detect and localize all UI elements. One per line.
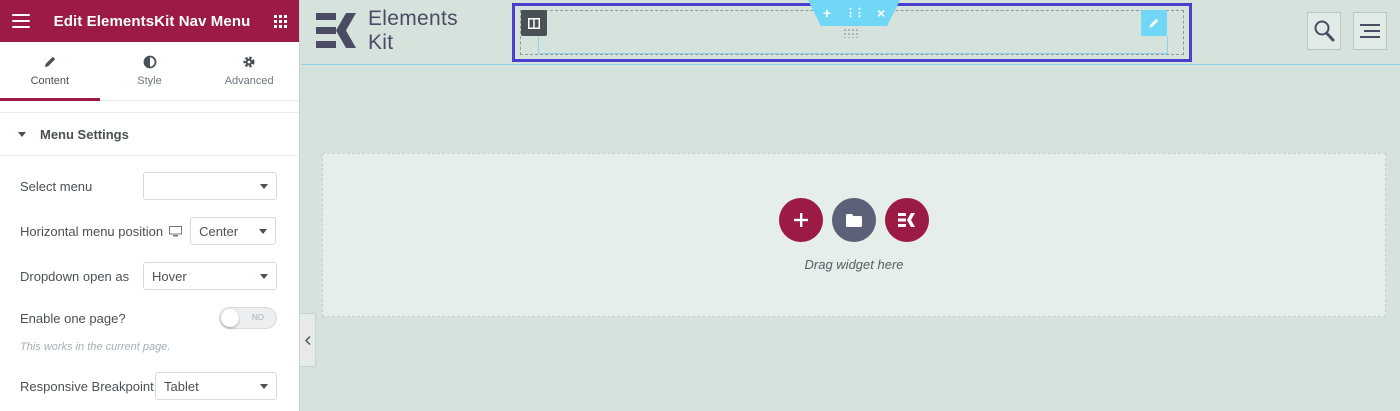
one-page-control: Enable one page? NO	[20, 307, 277, 329]
menu-settings-section[interactable]: Menu Settings	[0, 112, 299, 156]
add-section-button[interactable]: +	[823, 6, 831, 20]
tab-content[interactable]: Content	[0, 42, 100, 101]
horizontal-position-value: Center	[199, 223, 239, 239]
add-template-button[interactable]	[832, 198, 876, 242]
elementskit-library-button[interactable]	[885, 198, 929, 242]
one-page-toggle[interactable]: NO	[219, 307, 277, 329]
move-section-handle[interactable]: ⋮⋮	[845, 6, 865, 20]
responsive-breakpoint-control: Responsive Breakpoint Tablet	[20, 372, 277, 400]
editor-panel: Edit ElementsKit Nav Menu Content Style …	[0, 0, 300, 411]
tab-style-label: Style	[137, 75, 162, 87]
select-menu-dropdown[interactable]	[143, 172, 277, 200]
widget-outline[interactable]	[538, 36, 1168, 54]
tab-style[interactable]: Style	[100, 42, 200, 100]
menu-icon	[1360, 24, 1380, 38]
tab-advanced-label: Advanced	[224, 75, 274, 87]
section-title: Menu Settings	[40, 126, 129, 142]
one-page-label: Enable one page?	[20, 310, 126, 326]
panel-header: Edit ElementsKit Nav Menu	[0, 0, 299, 42]
half-circle-icon	[143, 55, 156, 69]
dropdown-open-select[interactable]: Hover	[143, 262, 277, 290]
dropdown-open-value: Hover	[152, 268, 187, 284]
folder-icon	[846, 213, 862, 227]
responsive-breakpoint-value: Tablet	[164, 378, 199, 394]
search-icon	[1314, 20, 1335, 42]
hamburger-menu-icon[interactable]	[12, 14, 30, 28]
delete-section-button[interactable]: ×	[877, 6, 885, 20]
elementskit-logo: Elements Kit	[314, 8, 458, 53]
toggle-no-label: NO	[252, 313, 264, 322]
panel-title: Edit ElementsKit Nav Menu	[53, 12, 251, 30]
add-new-section-button[interactable]	[779, 198, 823, 242]
logo-text-line1: Elements	[368, 7, 458, 30]
plus-icon	[794, 213, 808, 227]
tab-content-label: Content	[30, 75, 70, 87]
horizontal-position-label: Horizontal menu position	[20, 223, 164, 239]
column-handle[interactable]	[521, 10, 547, 36]
collapse-panel-button[interactable]	[300, 313, 316, 367]
drop-zone-label: Drag widget here	[804, 257, 904, 272]
dropdown-open-label: Dropdown open as	[20, 268, 130, 284]
elementskit-logo-icon	[316, 12, 356, 48]
logo-text-line2: Kit	[368, 31, 394, 54]
section-toolbar: + ⋮⋮ ×	[808, 0, 900, 26]
chevron-down-icon	[260, 383, 268, 389]
chevron-down-icon	[259, 228, 268, 234]
edit-widget-button[interactable]	[1141, 10, 1167, 36]
select-menu-control: Select menu	[20, 172, 277, 200]
panel-tabs: Content Style Advanced	[0, 42, 299, 101]
select-menu-label: Select menu	[20, 178, 93, 194]
chevron-left-icon	[304, 335, 310, 345]
horizontal-position-dropdown[interactable]: Center	[190, 217, 277, 245]
dropdown-open-control: Dropdown open as Hover	[20, 262, 277, 290]
pencil-icon	[44, 56, 56, 67]
desktop-monitor-icon[interactable]	[169, 225, 183, 237]
widgets-grid-icon[interactable]	[274, 14, 287, 28]
responsive-breakpoint-label: Responsive Breakpoint	[20, 378, 154, 394]
columns-icon	[528, 17, 540, 29]
search-button[interactable]	[1307, 12, 1341, 50]
menu-toggle-button[interactable]	[1353, 12, 1387, 50]
toggle-knob	[221, 309, 239, 327]
drag-grip-icon[interactable]	[843, 28, 859, 38]
one-page-note: This works in the current page.	[20, 341, 171, 353]
pencil-icon	[1149, 18, 1159, 28]
horizontal-position-control: Horizontal menu position Center	[20, 217, 277, 245]
responsive-breakpoint-select[interactable]: Tablet	[155, 372, 277, 400]
chevron-down-icon	[260, 183, 268, 189]
logo-text: Elements Kit	[368, 8, 458, 53]
elementskit-icon	[898, 213, 915, 227]
caret-down-icon	[18, 131, 26, 137]
gear-icon	[243, 56, 255, 68]
chevron-down-icon	[260, 273, 268, 279]
tab-advanced[interactable]: Advanced	[199, 42, 299, 100]
